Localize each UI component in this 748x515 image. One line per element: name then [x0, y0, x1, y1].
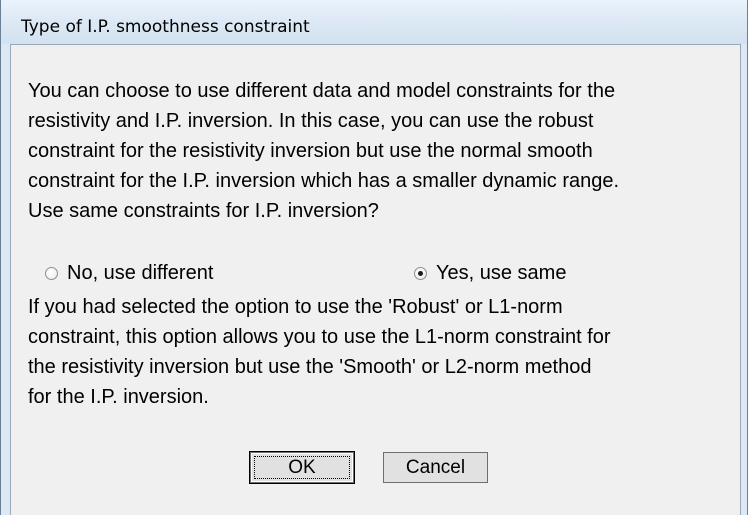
constraint-choice-radio-group: No, use different Yes, use same [1, 258, 747, 288]
description-line: resistivity and I.P. inversion. In this … [28, 110, 594, 132]
note-line: the resistivity inversion but use the 'S… [28, 356, 592, 378]
radio-checked-icon[interactable] [414, 266, 427, 280]
ok-button[interactable]: OK [249, 451, 355, 484]
note-line: constraint, this option allows you to us… [28, 326, 611, 348]
description-paragraph: You can choose to use different data and… [28, 76, 619, 226]
note-line: If you had selected the option to use th… [28, 296, 563, 318]
cancel-button-label: Cancel [405, 456, 466, 478]
radio-label[interactable]: Yes, use same [436, 262, 566, 285]
question-line: Use same constraints for I.P. inversion? [28, 200, 379, 222]
radio-circle-icon[interactable] [45, 266, 58, 280]
radio-no-use-different[interactable]: No, use different [45, 258, 213, 288]
radio-label[interactable]: No, use different [67, 262, 213, 285]
ok-button-label: OK [288, 456, 316, 478]
cancel-button[interactable]: Cancel [383, 452, 488, 483]
note-line: for the I.P. inversion. [28, 386, 209, 408]
window-title: Type of I.P. smoothness constraint [21, 17, 310, 37]
radio-yes-use-same[interactable]: Yes, use same [414, 258, 566, 288]
description-line: You can choose to use different data and… [28, 80, 616, 102]
title-bar[interactable]: Type of I.P. smoothness constraint [1, 0, 747, 44]
note-paragraph: If you had selected the option to use th… [28, 292, 611, 412]
description-line: constraint for the I.P. inversion which … [28, 170, 620, 192]
dialog-window: Type of I.P. smoothness constraint You c… [0, 0, 748, 515]
description-line: constraint for the resistivity inversion… [28, 140, 593, 162]
